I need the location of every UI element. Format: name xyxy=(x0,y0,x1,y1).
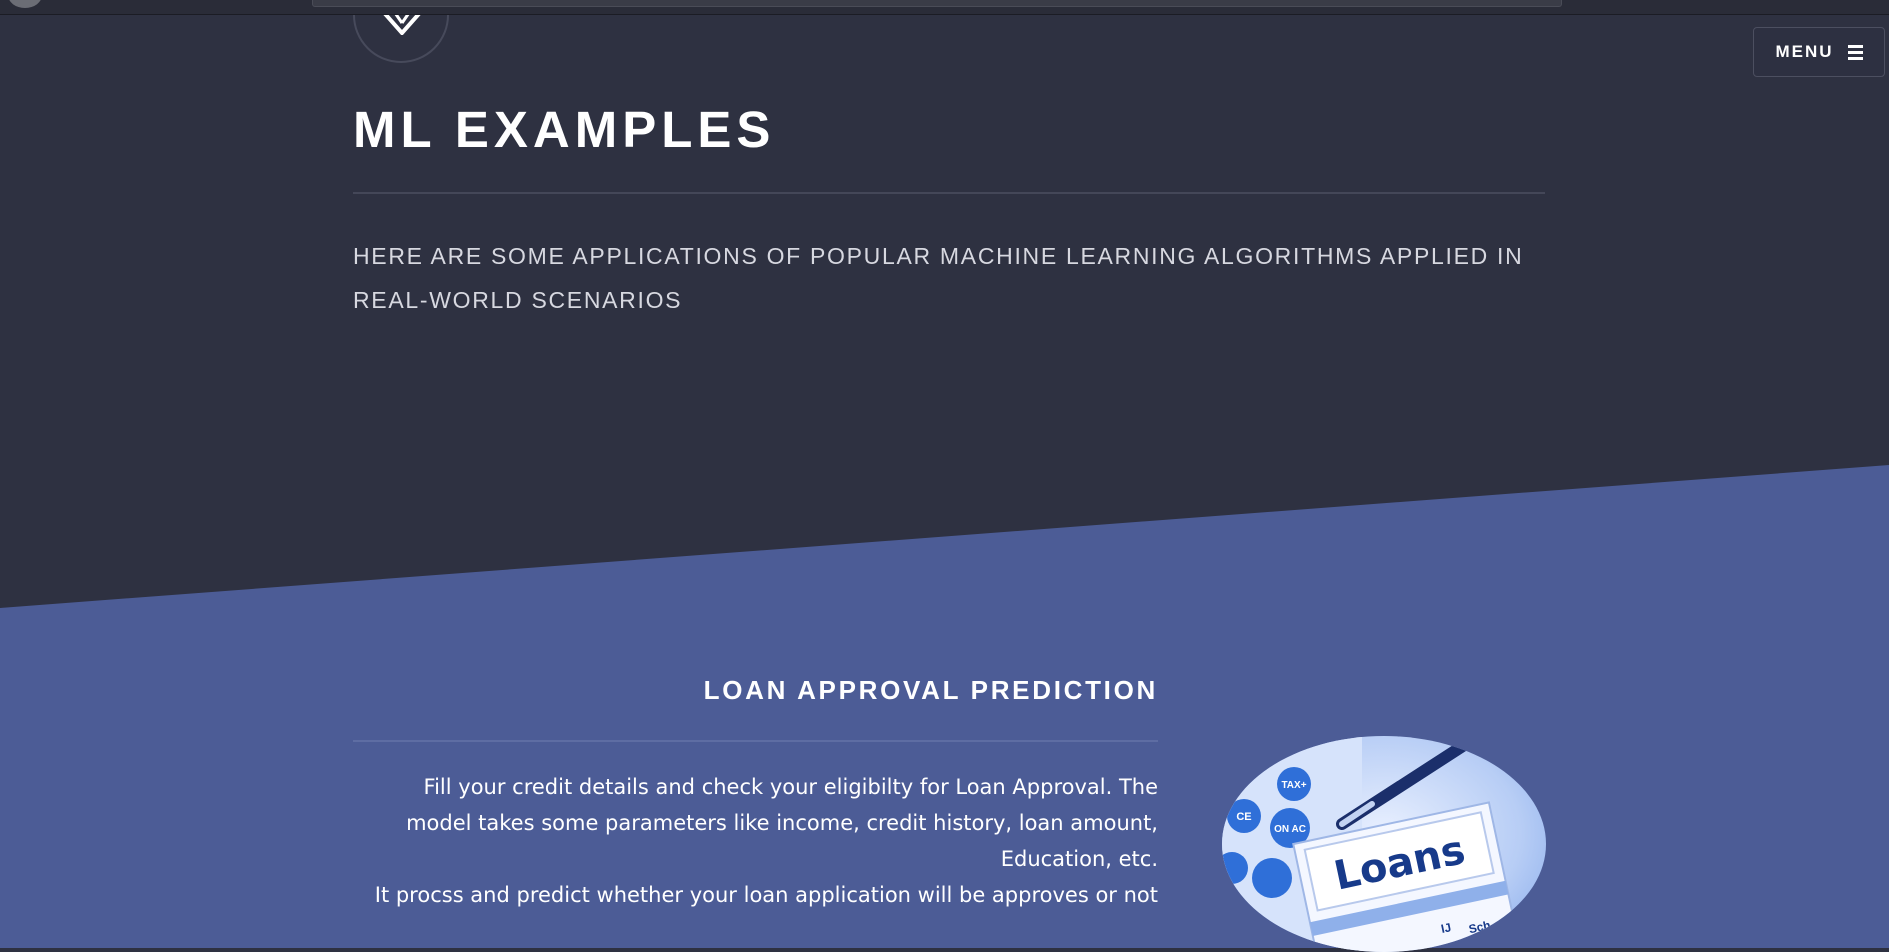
loans-image: TAX+ ON AC CE Loans IJ Sch xyxy=(1222,736,1546,952)
section-divider xyxy=(353,740,1158,742)
section-title: LOAN APPROVAL PREDICTION xyxy=(703,675,1158,705)
calculator-key-label: TAX+ xyxy=(1281,780,1306,791)
description-line: Fill your credit details and check your … xyxy=(406,775,1158,871)
title-divider xyxy=(353,192,1545,194)
menu-label: MENU xyxy=(1775,42,1834,61)
hamburger-icon xyxy=(1847,44,1863,60)
calculator-key-label: CE xyxy=(1236,811,1251,823)
menu-button[interactable]: MENU xyxy=(1753,27,1885,77)
page-subtitle: HERE ARE SOME APPLICATIONS OF POPULAR MA… xyxy=(353,243,1524,313)
section-description: Fill your credit details and check your … xyxy=(353,769,1158,913)
loans-illustration: TAX+ ON AC CE Loans IJ Sch xyxy=(1222,736,1522,952)
browser-top-bar xyxy=(0,0,1889,15)
page-title: ML EXAMPLES xyxy=(353,101,776,158)
browser-control-button[interactable] xyxy=(8,0,42,8)
address-bar[interactable] xyxy=(312,0,1562,7)
calculator-key xyxy=(1252,858,1292,898)
description-line: It procss and predict whether your loan … xyxy=(374,883,1158,907)
calculator-key-label: ON AC xyxy=(1274,824,1306,835)
